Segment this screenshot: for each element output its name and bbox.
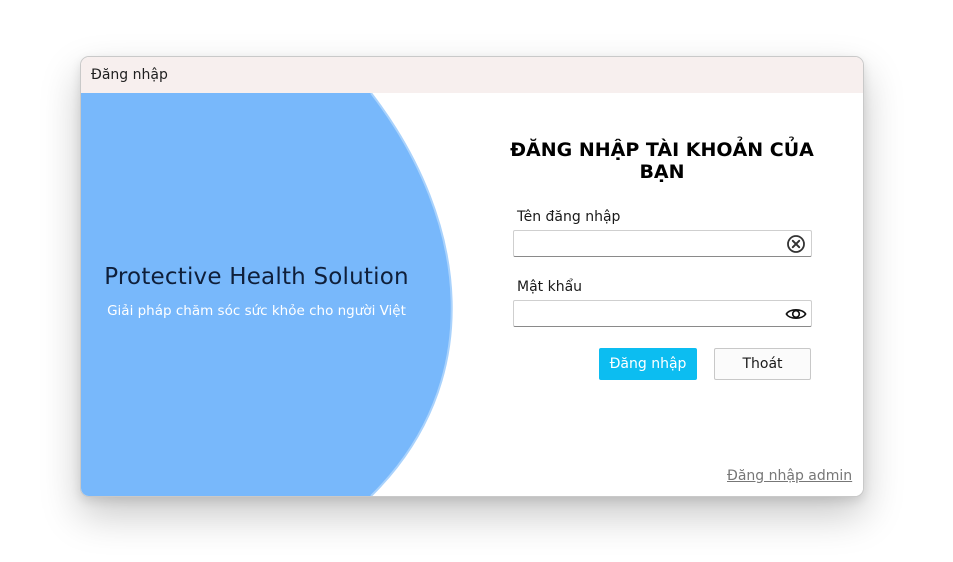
brand-title: Protective Health Solution <box>104 264 409 290</box>
brand-panel: Protective Health Solution Giải pháp chă… <box>81 93 481 496</box>
brand-panel-shape <box>81 93 453 496</box>
login-heading: ĐĂNG NHẬP TÀI KHOẢN CỦA BẠN <box>510 139 814 183</box>
password-input[interactable] <box>518 303 782 325</box>
login-window: Đăng nhập Protective Health Solution Giả… <box>80 56 864 497</box>
title-bar[interactable]: Đăng nhập <box>81 57 863 93</box>
username-input[interactable] <box>518 233 782 255</box>
login-button[interactable]: Đăng nhập <box>599 348 697 380</box>
password-label: Mật khẩu <box>517 279 583 295</box>
window-title: Đăng nhập <box>91 67 168 83</box>
password-field[interactable] <box>513 300 812 327</box>
clear-icon[interactable] <box>785 233 807 255</box>
brand-subtitle: Giải pháp chăm sóc sức khỏe cho người Vi… <box>107 303 406 319</box>
username-field[interactable] <box>513 230 812 257</box>
eye-icon[interactable] <box>785 303 807 325</box>
window-content: Protective Health Solution Giải pháp chă… <box>81 93 863 496</box>
username-label: Tên đăng nhập <box>517 209 621 225</box>
admin-login-link[interactable]: Đăng nhập admin <box>727 468 852 484</box>
exit-button[interactable]: Thoát <box>714 348 811 380</box>
